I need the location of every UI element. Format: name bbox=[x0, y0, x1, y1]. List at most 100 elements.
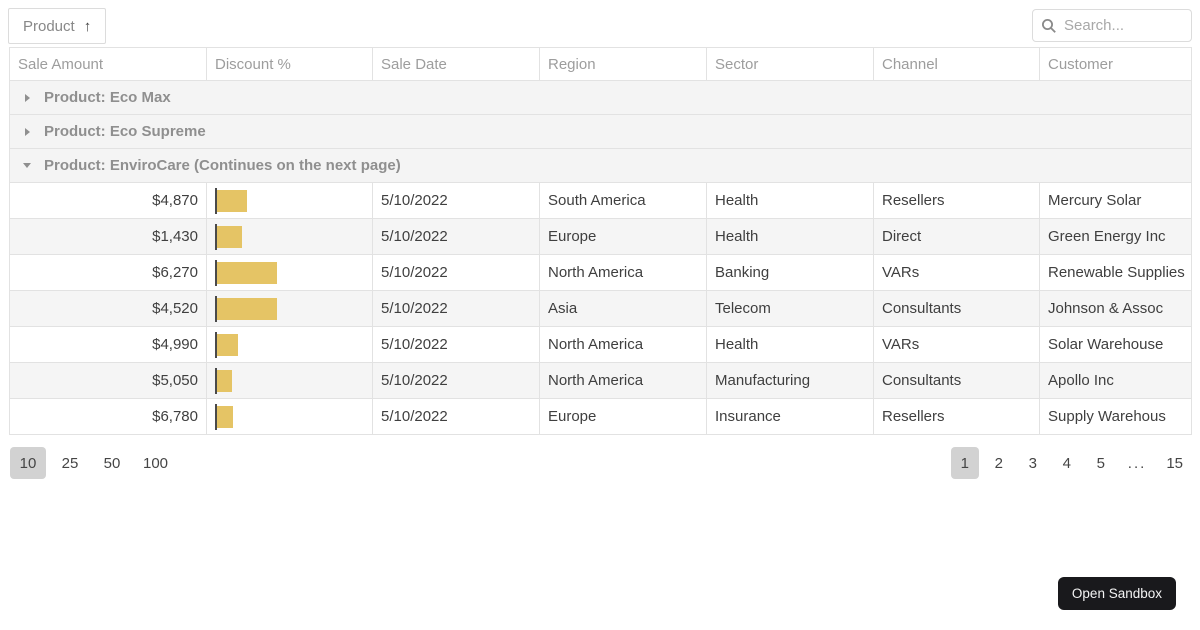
cell-channel: Consultants bbox=[873, 362, 1040, 399]
cell-sale-date: 5/10/2022 bbox=[372, 362, 540, 399]
cell-sector: Health bbox=[706, 326, 874, 363]
cell-region: North America bbox=[539, 254, 707, 291]
search-input[interactable] bbox=[1064, 17, 1183, 34]
group-by-product-chip[interactable]: Product ↑ bbox=[8, 8, 107, 44]
group-label: Product: Eco Supreme bbox=[44, 123, 206, 140]
cell-sale-amount: $4,520 bbox=[9, 290, 207, 327]
table-row: $4,870 5/10/2022 South America Health Re… bbox=[9, 182, 1192, 219]
page-ellipsis: ... bbox=[1127, 454, 1147, 472]
expand-arrow-icon[interactable] bbox=[11, 127, 45, 136]
column-header-region[interactable]: Region bbox=[539, 47, 707, 81]
group-label: Product: Eco Max bbox=[44, 89, 171, 106]
group-row-eco-max[interactable]: Product: Eco Max bbox=[9, 80, 1192, 115]
table-row: $4,990 5/10/2022 North America Health VA… bbox=[9, 326, 1192, 363]
open-sandbox-button[interactable]: Open Sandbox bbox=[1057, 577, 1176, 610]
cell-discount-bar bbox=[206, 362, 373, 399]
cell-sale-date: 5/10/2022 bbox=[372, 254, 540, 291]
discount-bar bbox=[217, 405, 234, 428]
cell-sale-amount: $4,990 bbox=[9, 326, 207, 363]
header-row: Sale Amount Discount % Sale Date Region … bbox=[9, 47, 1192, 81]
cell-sale-date: 5/10/2022 bbox=[372, 218, 540, 255]
cell-channel: Resellers bbox=[873, 182, 1040, 219]
cell-discount-bar bbox=[206, 398, 373, 435]
page-number-3[interactable]: 3 bbox=[1019, 447, 1047, 479]
page-number-2[interactable]: 2 bbox=[985, 447, 1013, 479]
group-chip-label: Product bbox=[23, 17, 75, 35]
cell-customer: Supply Warehous bbox=[1039, 398, 1192, 435]
cell-sale-amount: $6,270 bbox=[9, 254, 207, 291]
group-row-eco-supreme[interactable]: Product: Eco Supreme bbox=[9, 114, 1192, 149]
toolbar: Product ↑ bbox=[0, 0, 1200, 47]
table-row: $6,270 5/10/2022 North America Banking V… bbox=[9, 254, 1192, 291]
page-number-1[interactable]: 1 bbox=[950, 447, 979, 479]
table-row: $4,520 5/10/2022 Asia Telecom Consultant… bbox=[9, 290, 1192, 327]
cell-discount-bar bbox=[206, 290, 373, 327]
page-size-selector: 10 25 50 100 bbox=[10, 447, 175, 479]
cell-customer: Mercury Solar bbox=[1039, 182, 1192, 219]
discount-bar bbox=[217, 369, 232, 392]
cell-region: Europe bbox=[539, 218, 707, 255]
column-header-discount[interactable]: Discount % bbox=[206, 47, 373, 81]
cell-customer: Johnson & Assoc bbox=[1039, 290, 1192, 327]
cell-channel: Resellers bbox=[873, 398, 1040, 435]
cell-region: South America bbox=[539, 182, 707, 219]
sort-ascending-icon: ↑ bbox=[83, 17, 92, 35]
cell-channel: Direct bbox=[873, 218, 1040, 255]
cell-customer: Solar Warehouse bbox=[1039, 326, 1192, 363]
cell-channel: VARs bbox=[873, 254, 1040, 291]
data-grid: Sale Amount Discount % Sale Date Region … bbox=[9, 47, 1192, 435]
column-header-sale-date[interactable]: Sale Date bbox=[372, 47, 540, 81]
discount-bar bbox=[217, 333, 238, 356]
cell-discount-bar bbox=[206, 326, 373, 363]
table-row: $1,430 5/10/2022 Europe Health Direct Gr… bbox=[9, 218, 1192, 255]
cell-sector: Manufacturing bbox=[706, 362, 874, 399]
group-row-envirocare[interactable]: Product: EnviroCare (Continues on the ne… bbox=[9, 148, 1192, 183]
page-size-100[interactable]: 100 bbox=[136, 447, 175, 479]
cell-region: Europe bbox=[539, 398, 707, 435]
column-header-customer[interactable]: Customer bbox=[1039, 47, 1192, 81]
cell-sector: Insurance bbox=[706, 398, 874, 435]
cell-region: Asia bbox=[539, 290, 707, 327]
cell-sector: Health bbox=[706, 218, 874, 255]
page-navigator: 1 2 3 4 5 ... 15 bbox=[950, 447, 1190, 479]
cell-discount-bar bbox=[206, 254, 373, 291]
page-number-15[interactable]: 15 bbox=[1159, 447, 1190, 479]
search-icon bbox=[1042, 18, 1056, 33]
page-size-50[interactable]: 50 bbox=[94, 447, 130, 479]
table-row: $6,780 5/10/2022 Europe Insurance Resell… bbox=[9, 398, 1192, 435]
cell-channel: VARs bbox=[873, 326, 1040, 363]
cell-sale-amount: $6,780 bbox=[9, 398, 207, 435]
cell-channel: Consultants bbox=[873, 290, 1040, 327]
column-header-channel[interactable]: Channel bbox=[873, 47, 1040, 81]
cell-sector: Health bbox=[706, 182, 874, 219]
table-row: $5,050 5/10/2022 North America Manufactu… bbox=[9, 362, 1192, 399]
cell-discount-bar bbox=[206, 182, 373, 219]
discount-bar bbox=[217, 189, 247, 212]
discount-bar bbox=[217, 297, 277, 320]
cell-sale-date: 5/10/2022 bbox=[372, 182, 540, 219]
page-size-10[interactable]: 10 bbox=[10, 447, 46, 479]
page-size-25[interactable]: 25 bbox=[52, 447, 88, 479]
cell-discount-bar bbox=[206, 218, 373, 255]
cell-region: North America bbox=[539, 326, 707, 363]
collapse-arrow-icon[interactable] bbox=[11, 163, 45, 168]
expand-arrow-icon[interactable] bbox=[11, 93, 45, 102]
cell-customer: Green Energy Inc bbox=[1039, 218, 1192, 255]
cell-sale-date: 5/10/2022 bbox=[372, 326, 540, 363]
cell-sector: Banking bbox=[706, 254, 874, 291]
cell-sale-amount: $4,870 bbox=[9, 182, 207, 219]
search-box[interactable] bbox=[1032, 9, 1192, 42]
discount-bar bbox=[217, 261, 277, 284]
page-number-4[interactable]: 4 bbox=[1053, 447, 1081, 479]
column-header-sale-amount[interactable]: Sale Amount bbox=[9, 47, 207, 81]
cell-customer: Renewable Supplies bbox=[1039, 254, 1192, 291]
cell-sale-amount: $1,430 bbox=[9, 218, 207, 255]
cell-customer: Apollo Inc bbox=[1039, 362, 1192, 399]
column-header-sector[interactable]: Sector bbox=[706, 47, 874, 81]
cell-sale-amount: $5,050 bbox=[9, 362, 207, 399]
pager: 10 25 50 100 1 2 3 4 5 ... 15 bbox=[0, 435, 1200, 479]
cell-sale-date: 5/10/2022 bbox=[372, 290, 540, 327]
page-number-5[interactable]: 5 bbox=[1087, 447, 1115, 479]
cell-sector: Telecom bbox=[706, 290, 874, 327]
cell-region: North America bbox=[539, 362, 707, 399]
